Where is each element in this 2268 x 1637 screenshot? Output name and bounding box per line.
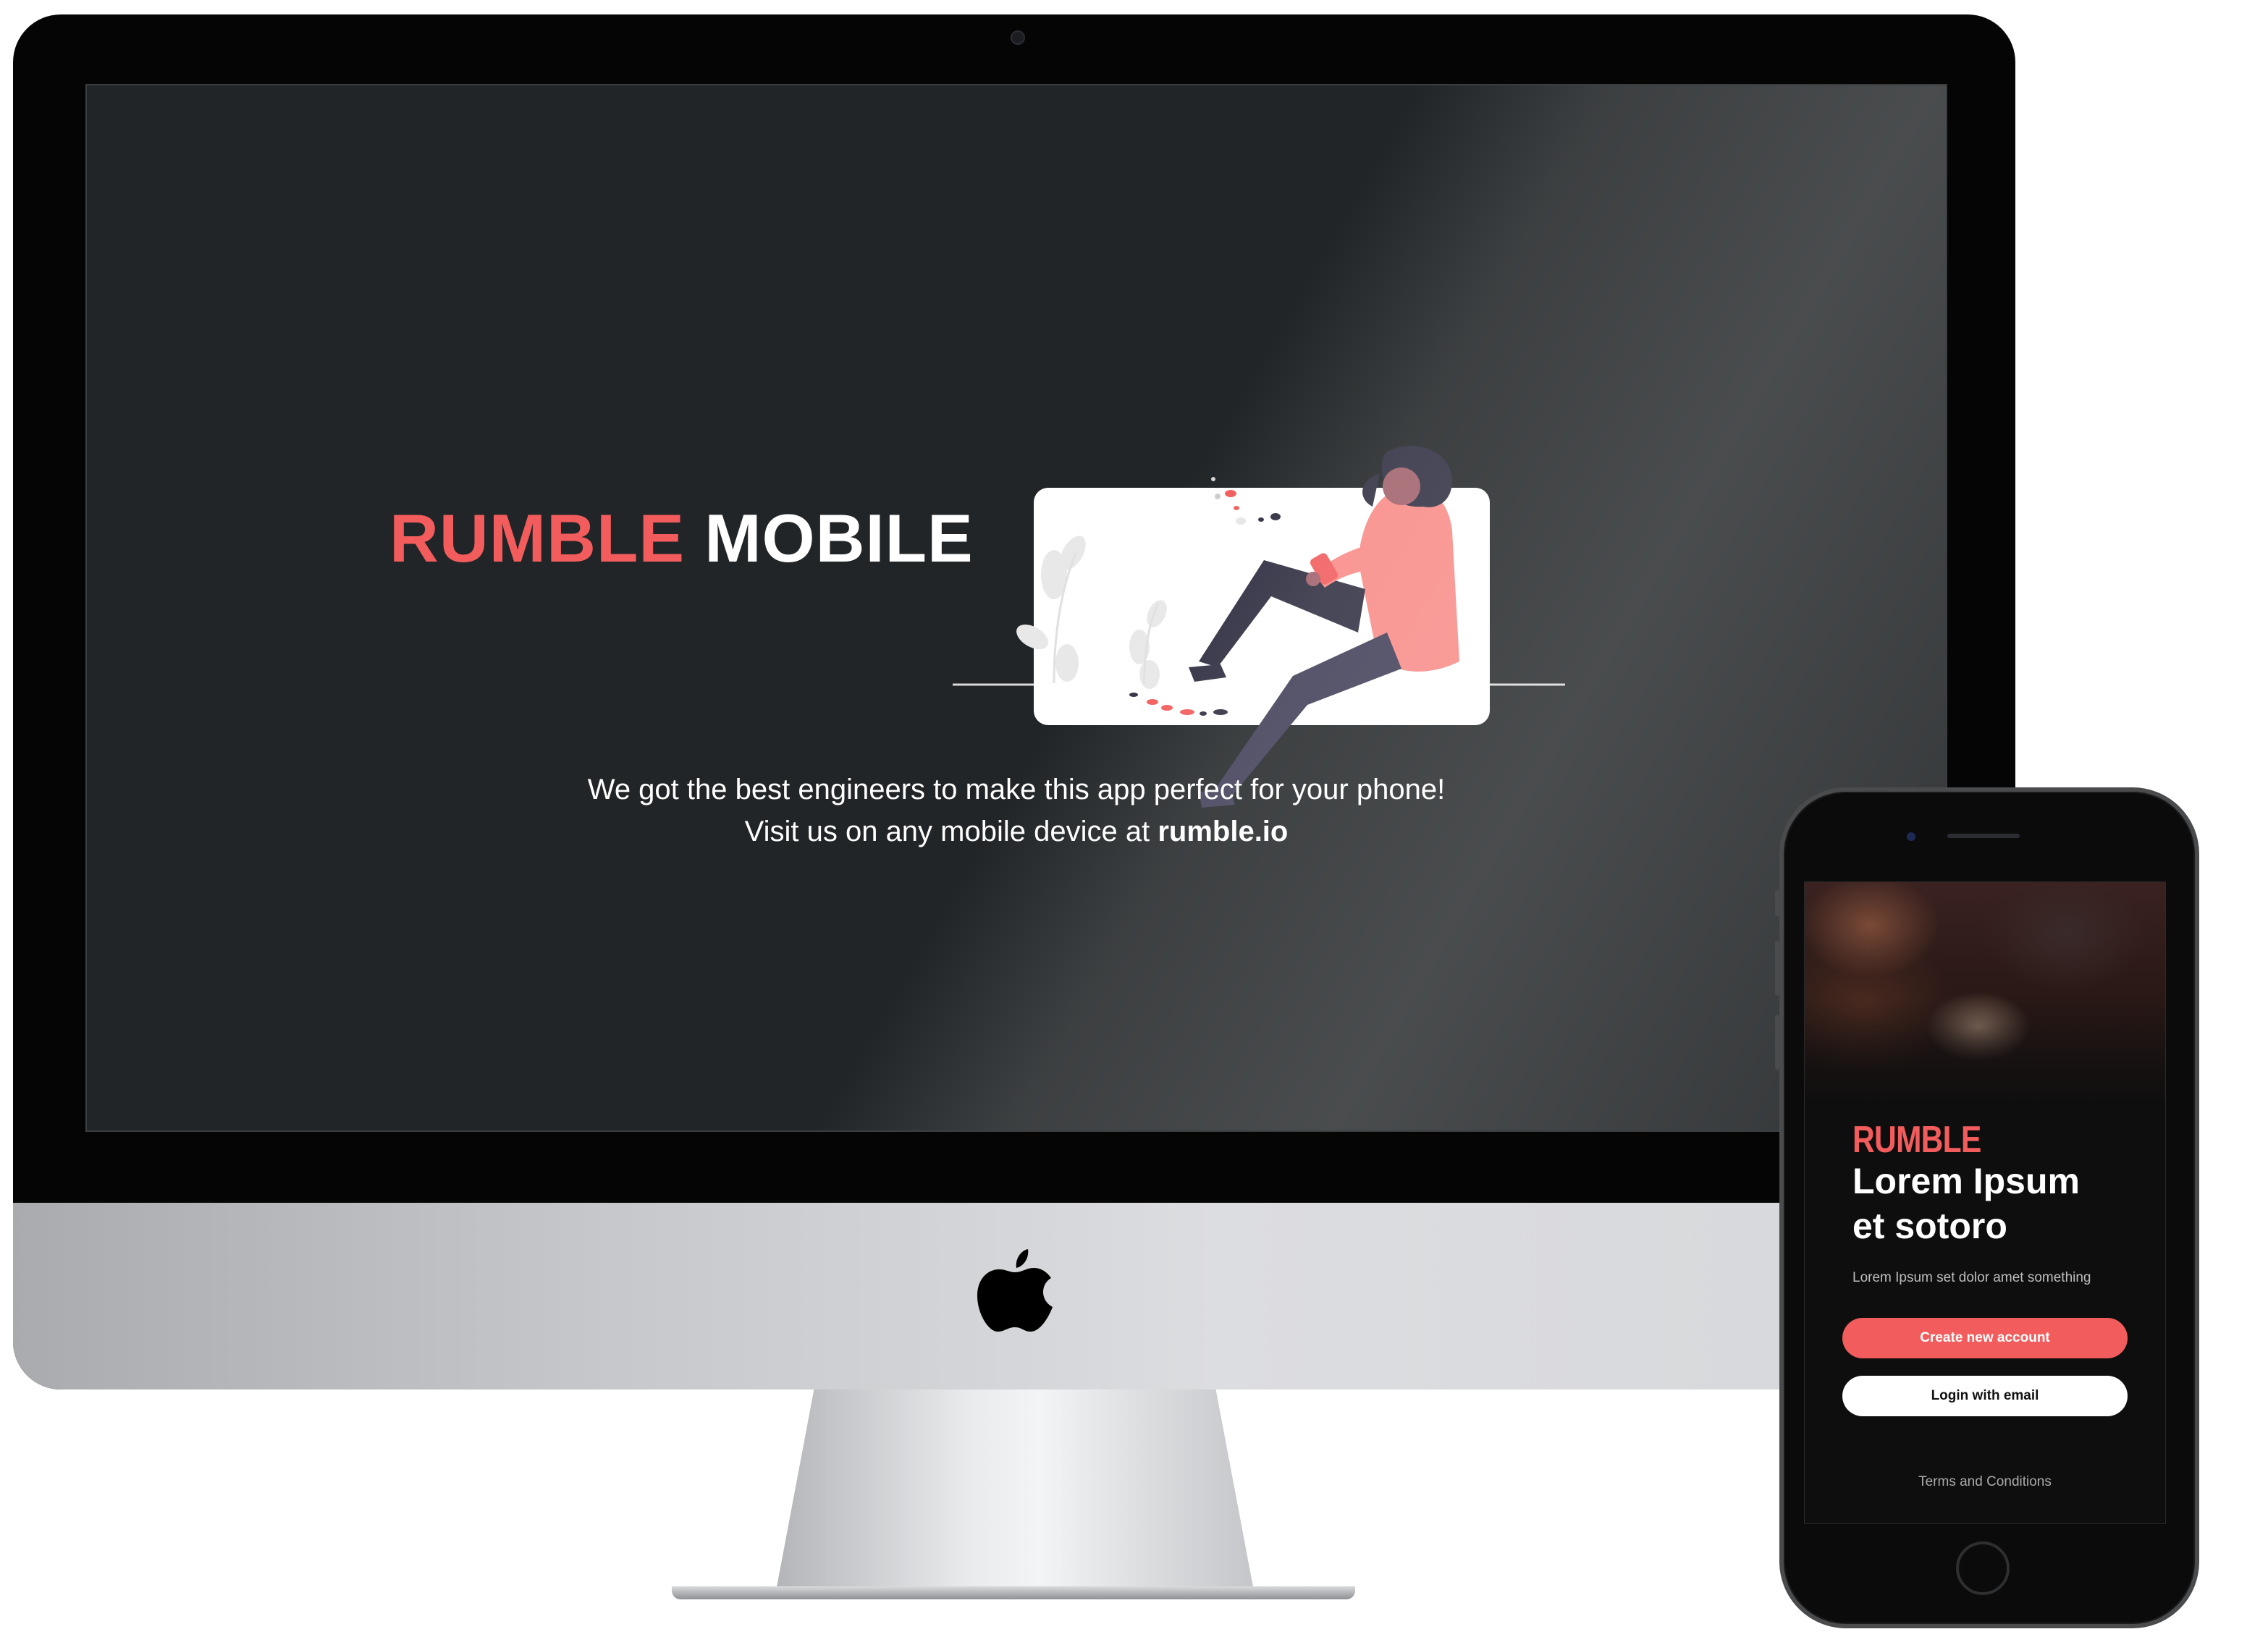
apple-logo-icon xyxy=(977,1249,1053,1332)
tagline-line-2: Visit us on any mobile device at rumble.… xyxy=(292,811,1740,853)
site-link[interactable]: rumble.io xyxy=(1158,816,1288,847)
create-account-button[interactable]: Create new account xyxy=(1842,1318,2128,1358)
mobile-heading-line-1: Lorem Ipsum xyxy=(1852,1161,2080,1201)
phone-camera xyxy=(1907,832,1915,841)
mobile-subtitle: Lorem Ipsum set dolor amet something xyxy=(1852,1270,2091,1285)
brand-title-red: RUMBLE xyxy=(389,500,686,576)
person-sitting-on-screen-illustration xyxy=(953,446,1565,808)
imac-chin xyxy=(13,1203,2015,1389)
desktop-screen: RUMBLE MOBILE We got the best engineers … xyxy=(85,84,1947,1132)
imac-stand-foot xyxy=(672,1586,1355,1599)
phone-home-button xyxy=(1956,1541,2010,1595)
imac-camera xyxy=(1011,30,1025,45)
mobile-heading-line-2: et sotoro xyxy=(1852,1206,2007,1246)
phone-speaker xyxy=(1947,834,2020,838)
tagline-line-1: We got the best engineers to make this a… xyxy=(587,774,1446,805)
mobile-heading: Lorem Ipsum et sotoro xyxy=(1852,1159,2157,1248)
mobile-brand: RUMBLE xyxy=(1852,1119,1981,1161)
brand-title-white: MOBILE xyxy=(704,500,974,576)
imac-stand xyxy=(776,1388,1254,1591)
tagline-line-2-prefix: Visit us on any mobile device at xyxy=(744,816,1158,847)
mobile-screen: RUMBLE Lorem Ipsum et sotoro Lorem Ipsum… xyxy=(1804,881,2166,1524)
tagline: We got the best engineers to make this a… xyxy=(292,769,1740,853)
page-title: RUMBLE MOBILE xyxy=(389,499,974,578)
login-with-email-button[interactable]: Login with email xyxy=(1842,1376,2128,1416)
terms-link[interactable]: Terms and Conditions xyxy=(1805,1474,2165,1490)
